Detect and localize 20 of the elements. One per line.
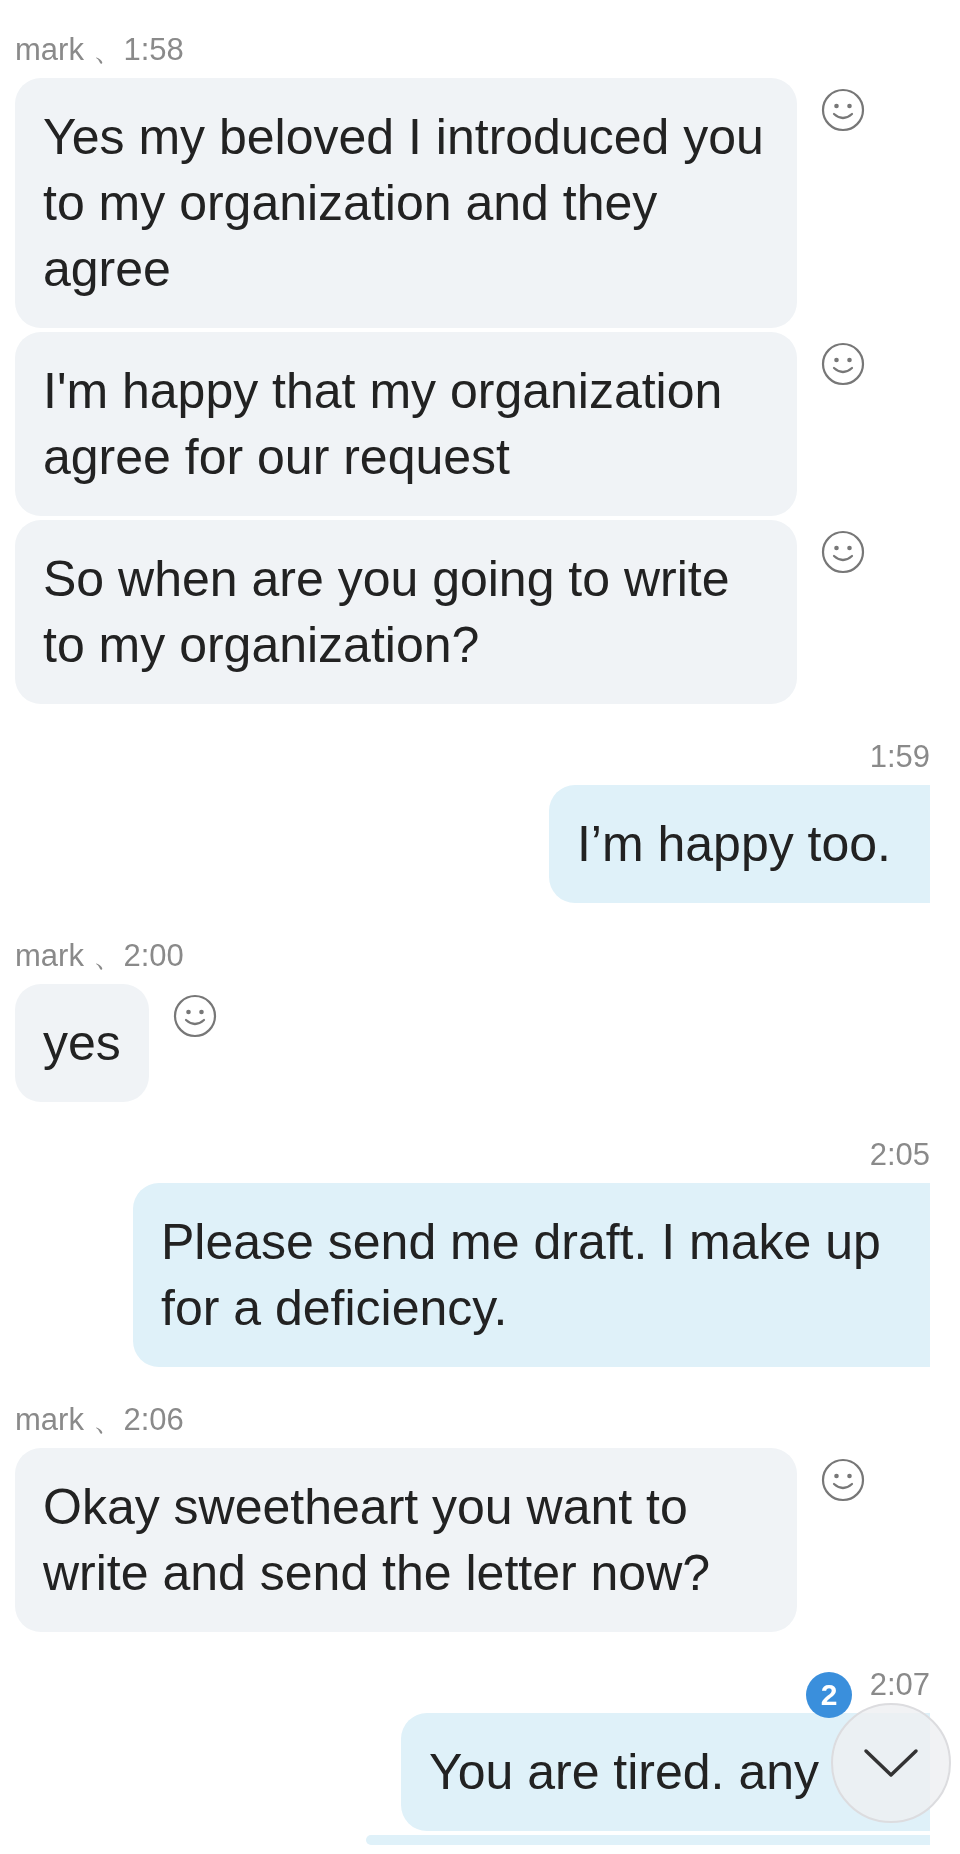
message-timestamp: 1:59 [869, 738, 930, 776]
message-timestamp: mark 、2:00 [15, 937, 184, 975]
smiley-icon[interactable] [821, 530, 865, 574]
message-bubble: I’m happy too. [548, 785, 930, 903]
smiley-icon[interactable] [172, 994, 217, 1038]
smiley-icon[interactable] [821, 342, 865, 386]
message-timestamp: 2:07 [869, 1666, 930, 1704]
message-timestamp: mark 、2:06 [15, 1401, 184, 1439]
message-bubble: yes [15, 984, 149, 1102]
chevron-down-icon [863, 1748, 919, 1778]
unread-badge: 2 [806, 1672, 852, 1718]
message-bubble: So when are you going to write to my organization? [15, 520, 797, 704]
message-bubble: Please send me draft. I make up for a deficiency. [133, 1183, 930, 1367]
message-bubble: I'm happy that my organization agree for our request [15, 332, 797, 516]
message-bubble: Okay sweetheart you want to write and send the letter now? [15, 1448, 797, 1632]
smiley-icon[interactable] [821, 1458, 865, 1502]
message-timestamp: 2:05 [869, 1136, 930, 1174]
message-timestamp: mark 、1:58 [15, 31, 184, 69]
message-bubble: Yes my beloved I introduced you to my organization and they agree [15, 78, 797, 328]
smiley-icon[interactable] [821, 88, 865, 132]
